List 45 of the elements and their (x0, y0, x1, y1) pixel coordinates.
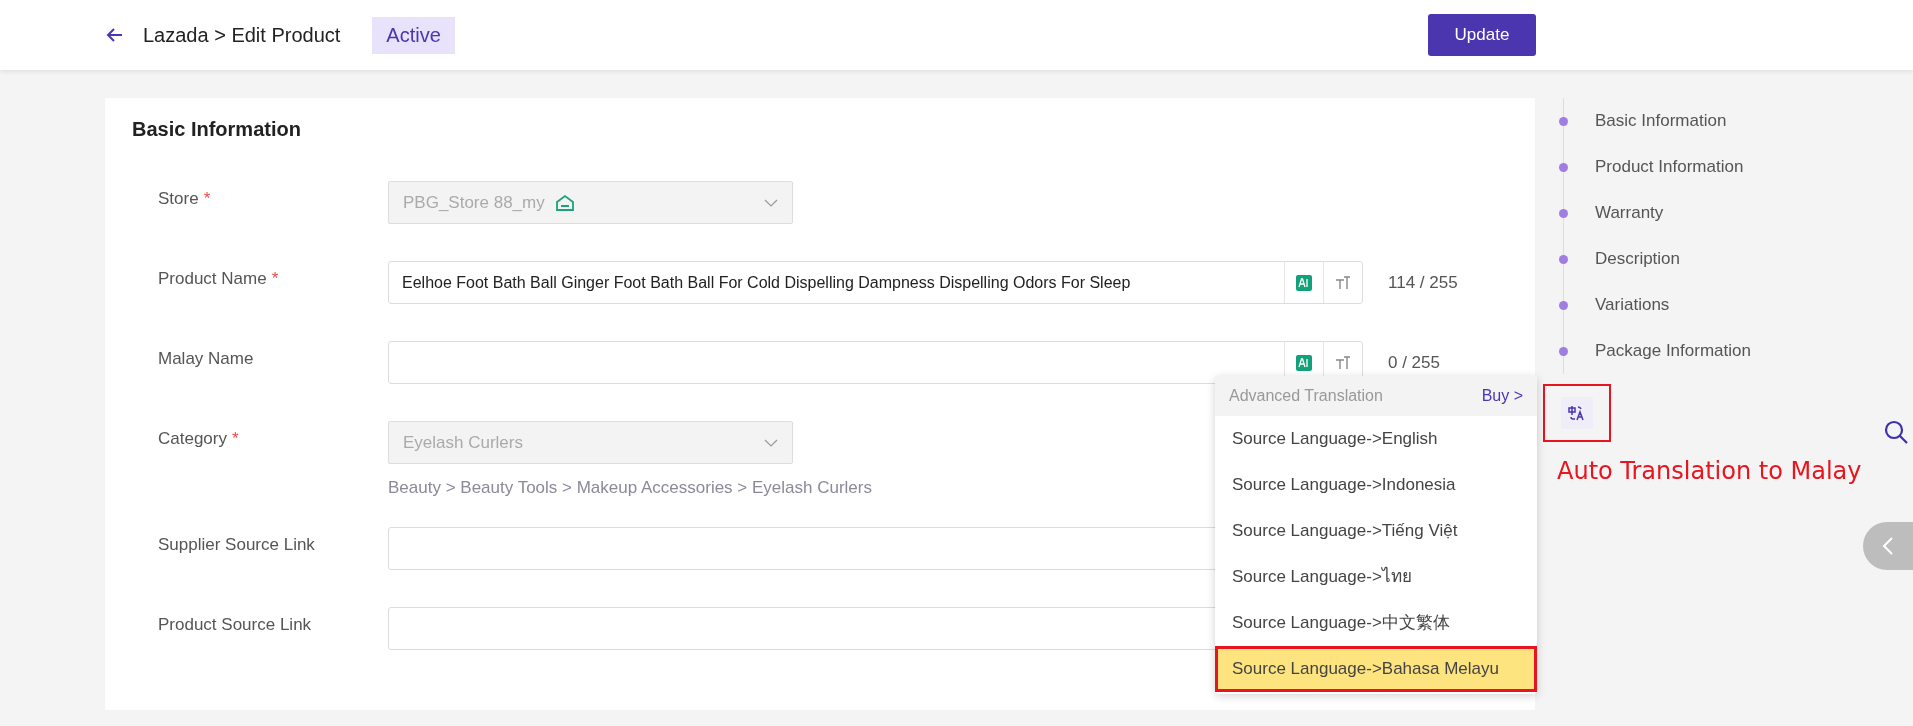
collapse-tab[interactable] (1863, 522, 1913, 570)
page-title: Lazada > Edit Product (143, 23, 341, 47)
outline-link[interactable]: Warranty (1595, 203, 1664, 223)
category-path: Beauty > Beauty Tools > Makeup Accessories > Eyelash Curlers (388, 478, 872, 498)
chevron-down-icon (764, 198, 778, 207)
translate-button[interactable] (1543, 384, 1611, 442)
menu-item[interactable]: Source Language->Tiếng Việt (1215, 508, 1537, 554)
chevron-left-icon (1882, 536, 1894, 556)
field-label: Malay Name (158, 349, 254, 368)
buy-link[interactable]: Buy > (1481, 387, 1523, 405)
timeline-dot (1559, 162, 1568, 172)
outline-link[interactable]: Variations (1595, 295, 1670, 315)
menu-item[interactable]: Source Language->Indonesia (1215, 462, 1537, 508)
outline-link[interactable]: Product Information (1595, 157, 1744, 177)
outline-link[interactable]: Description (1595, 249, 1681, 269)
translate-icon (1561, 397, 1593, 429)
timeline-dot (1559, 300, 1568, 310)
character-counter: 114 / 255 (1388, 272, 1458, 293)
field-label: Product Source Link (158, 615, 312, 634)
search-icon[interactable] (1883, 419, 1909, 445)
required-mark: * (232, 429, 239, 448)
field-label: Product Name (158, 269, 267, 288)
menu-heading: Advanced Translation (1229, 387, 1383, 405)
text-field[interactable]: Eelhoe Foot Bath Ball Ginger Foot Bath Ball For Cold Dispelling Dampness Dispelling Odors For Sleep (388, 261, 1363, 304)
menu-item[interactable]: Source Language->ไทย (1215, 554, 1537, 600)
field-label: Supplier Source Link (158, 535, 315, 554)
field-label: Category (158, 429, 227, 448)
character-counter: 0 / 255 (1388, 352, 1440, 373)
outline-link[interactable]: Package Information (1595, 341, 1751, 361)
section-title: Basic Information (132, 118, 302, 141)
timeline-dot (1559, 208, 1568, 218)
outline-link[interactable]: Basic Information (1595, 111, 1727, 131)
required-mark: * (271, 269, 279, 288)
chevron-down-icon (764, 438, 778, 447)
required-mark: * (203, 189, 211, 208)
menu-item[interactable]: Source Language->English (1215, 416, 1537, 462)
timeline-dot (1559, 254, 1568, 264)
field-label: Store (158, 189, 199, 208)
text-field[interactable] (388, 341, 1363, 384)
timeline-dot (1559, 116, 1568, 126)
update-button[interactable]: Update (1428, 14, 1536, 56)
status-badge: Active (372, 16, 455, 54)
menu-item[interactable]: Source Language->Bahasa Melayu (1215, 646, 1537, 692)
menu-item[interactable]: Source Language->中文繁体 (1215, 600, 1537, 646)
timeline-dot (1559, 346, 1568, 356)
